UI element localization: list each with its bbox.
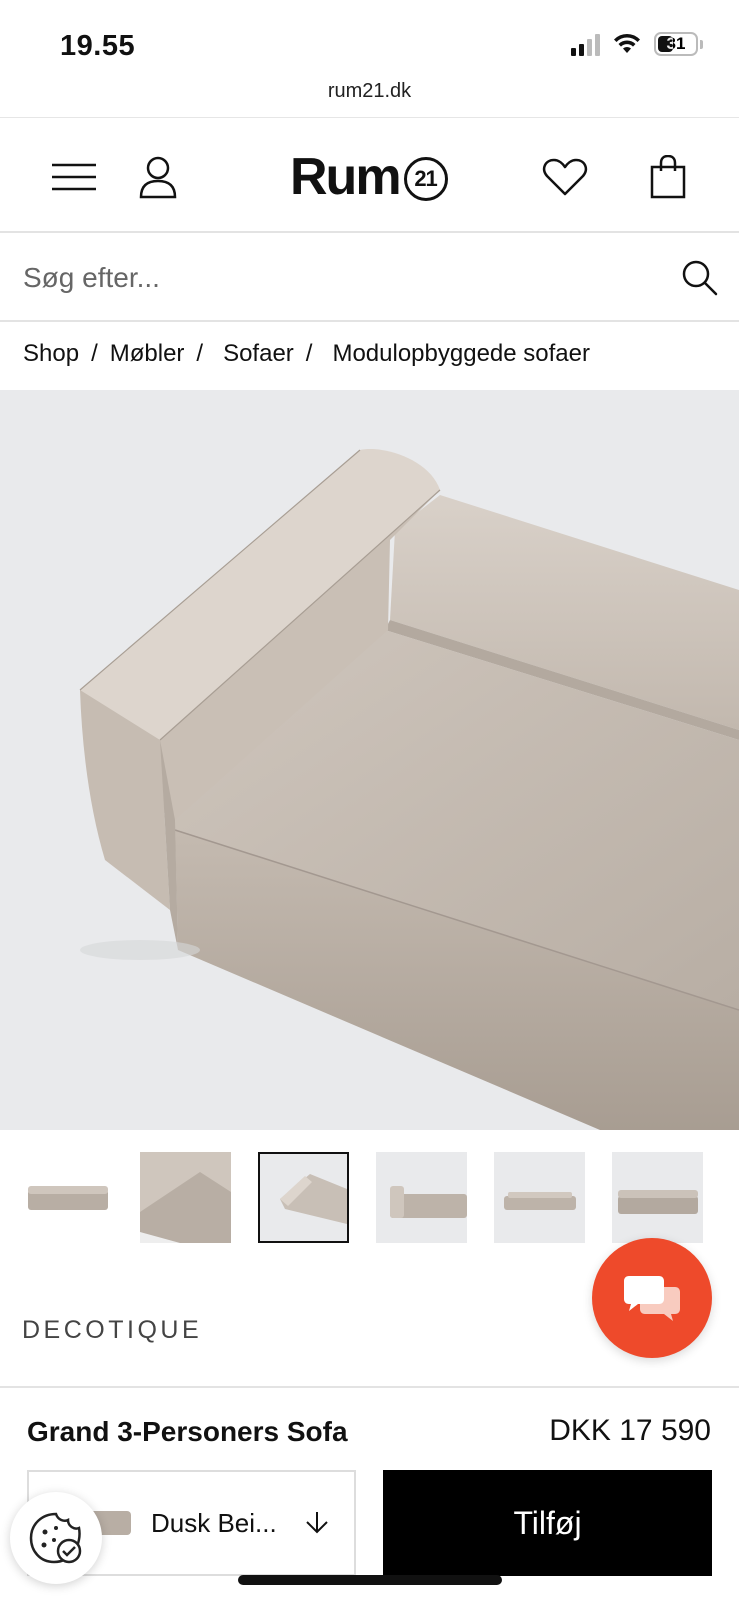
battery-icon: 31 — [654, 32, 698, 56]
chat-icon — [624, 1276, 680, 1321]
chevron-down-icon — [306, 1512, 328, 1534]
signal-icon — [571, 32, 600, 56]
status-icons: 31 — [571, 32, 703, 56]
heart-icon[interactable] — [537, 149, 593, 205]
breadcrumb-item-sofaer[interactable]: Sofaer — [223, 340, 294, 368]
thumbnail-strip — [0, 1152, 739, 1244]
breadcrumb-separator: / — [91, 340, 98, 367]
thumbnail[interactable] — [22, 1152, 113, 1243]
variant-label: Dusk Bei... — [151, 1507, 277, 1538]
menu-icon[interactable] — [46, 149, 102, 205]
thumbnail[interactable] — [376, 1152, 467, 1243]
product-name: Grand 3-Personers Sofa — [27, 1416, 348, 1447]
search-input[interactable] — [23, 255, 643, 301]
breadcrumb-separator: / — [305, 340, 313, 367]
search-icon[interactable] — [681, 259, 719, 302]
cookie-icon — [29, 1512, 82, 1564]
site-header: Rum 21 — [0, 119, 739, 233]
add-to-cart-button[interactable]: Tilføj — [383, 1470, 712, 1576]
breadcrumb-separator: / — [196, 340, 204, 367]
breadcrumb: Shop / Møbler / Sofaer / Modulopbyggede … — [23, 340, 590, 368]
home-indicator[interactable] — [238, 1575, 502, 1585]
logo-badge: 21 — [403, 157, 448, 201]
wifi-icon — [614, 33, 640, 53]
cookie-consent-button[interactable] — [10, 1492, 102, 1584]
breadcrumb-item-modulopbyggede[interactable]: Modulopbyggede sofaer — [332, 340, 590, 368]
thumbnail-active[interactable] — [258, 1152, 349, 1243]
thumbnail[interactable] — [494, 1152, 585, 1243]
product-price: DKK 17 590 — [549, 1414, 711, 1447]
brand-name[interactable]: DECOTIQUE — [22, 1316, 202, 1345]
sticky-add-to-cart-bar: Grand 3-Personers Sofa DKK 17 590 Dusk B… — [0, 1386, 739, 1600]
thumbnail[interactable] — [612, 1152, 703, 1243]
site-logo[interactable]: Rum 21 — [290, 147, 448, 207]
logo-text: Rum — [290, 148, 402, 206]
url-bar[interactable]: rum21.dk — [0, 80, 739, 103]
search-bar — [0, 235, 739, 322]
breadcrumb-item-mobler[interactable]: Møbler — [110, 340, 185, 368]
status-bar: 19.55 31 rum21.dk — [0, 0, 739, 118]
status-time: 19.55 — [60, 30, 136, 62]
sofa-image — [0, 390, 739, 1130]
bag-icon[interactable] — [640, 149, 696, 205]
breadcrumb-item-shop[interactable]: Shop — [23, 340, 79, 368]
chat-button[interactable] — [592, 1238, 712, 1358]
product-main-image[interactable] — [0, 390, 739, 1130]
user-icon[interactable] — [130, 149, 186, 205]
battery-level: 31 — [666, 34, 686, 53]
thumbnail[interactable] — [140, 1152, 231, 1243]
